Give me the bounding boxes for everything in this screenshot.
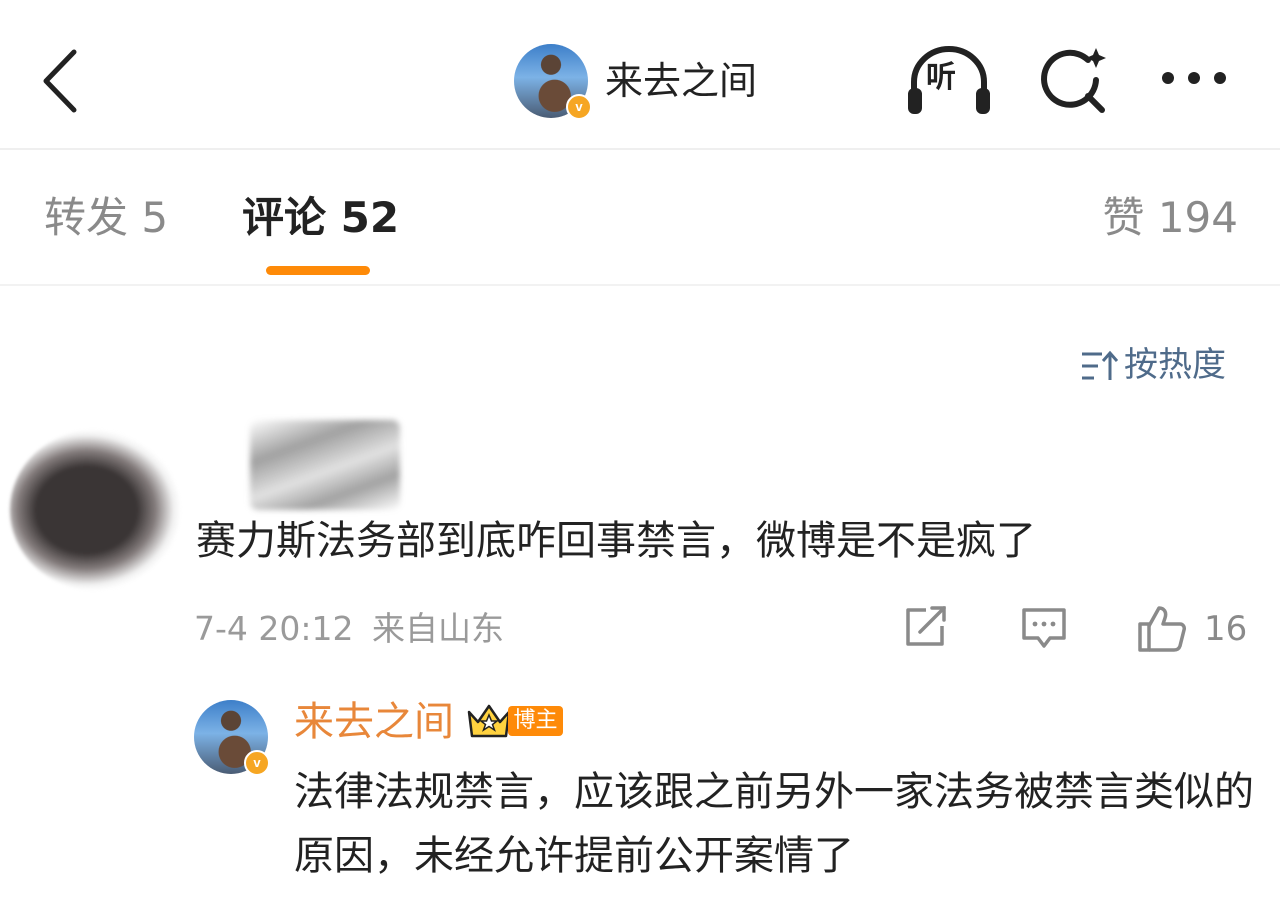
back-button[interactable] — [36, 46, 92, 116]
search-icon — [1038, 44, 1110, 116]
verified-badge-icon: v — [244, 750, 270, 776]
reply-author-name[interactable]: 来去之间 — [294, 696, 454, 748]
chevron-left-icon — [36, 46, 92, 116]
tab-bar: 转发 5 评论 52 赞 194 — [0, 150, 1280, 286]
commenter-name-blurred[interactable] — [250, 420, 400, 510]
sort-label: 按热度 — [1124, 342, 1226, 388]
sort-by-hot-button[interactable]: 按热度 — [1080, 342, 1240, 388]
commenter-avatar-blurred[interactable] — [10, 430, 180, 590]
search-button[interactable] — [1038, 44, 1110, 116]
more-dot-icon — [1188, 72, 1200, 84]
share-icon — [902, 604, 950, 650]
like-button[interactable]: 16 — [1136, 604, 1246, 656]
active-tab-indicator — [266, 266, 370, 275]
share-button[interactable] — [902, 604, 950, 656]
comment-location: 来自山东 — [372, 609, 504, 648]
comment-icon — [1020, 604, 1068, 652]
page-title[interactable]: 来去之间 — [605, 58, 757, 104]
more-dot-icon — [1214, 72, 1226, 84]
crown-icon — [466, 702, 512, 740]
verified-badge-icon: v — [566, 94, 592, 120]
reply-button[interactable] — [1020, 604, 1068, 656]
more-dot-icon — [1162, 72, 1174, 84]
like-count: 16 — [1204, 606, 1247, 652]
more-options-button[interactable] — [1160, 66, 1230, 94]
sort-icon — [1080, 350, 1118, 382]
tab-comments[interactable]: 评论 52 — [242, 192, 399, 244]
tab-likes[interactable]: 赞 194 — [1102, 192, 1238, 244]
thumbs-up-icon — [1136, 604, 1188, 654]
listen-label: 听 — [926, 60, 956, 96]
comment-time: 7-4 20:12 — [194, 609, 354, 648]
reply-text: 法律法规禁言，应该跟之前另外一家法务被禁言类似的原因，未经允许提前公开案情了 — [294, 760, 1254, 888]
tab-repost[interactable]: 转发 5 — [44, 192, 168, 244]
comment-meta: 7-4 20:12 来自山东 — [194, 606, 504, 652]
blogger-badge: 博主 — [508, 706, 563, 736]
top-bar: v 来去之间 听 — [0, 0, 1280, 150]
comment-text: 赛力斯法务部到底咋回事禁言，微博是不是疯了 — [196, 512, 1036, 570]
